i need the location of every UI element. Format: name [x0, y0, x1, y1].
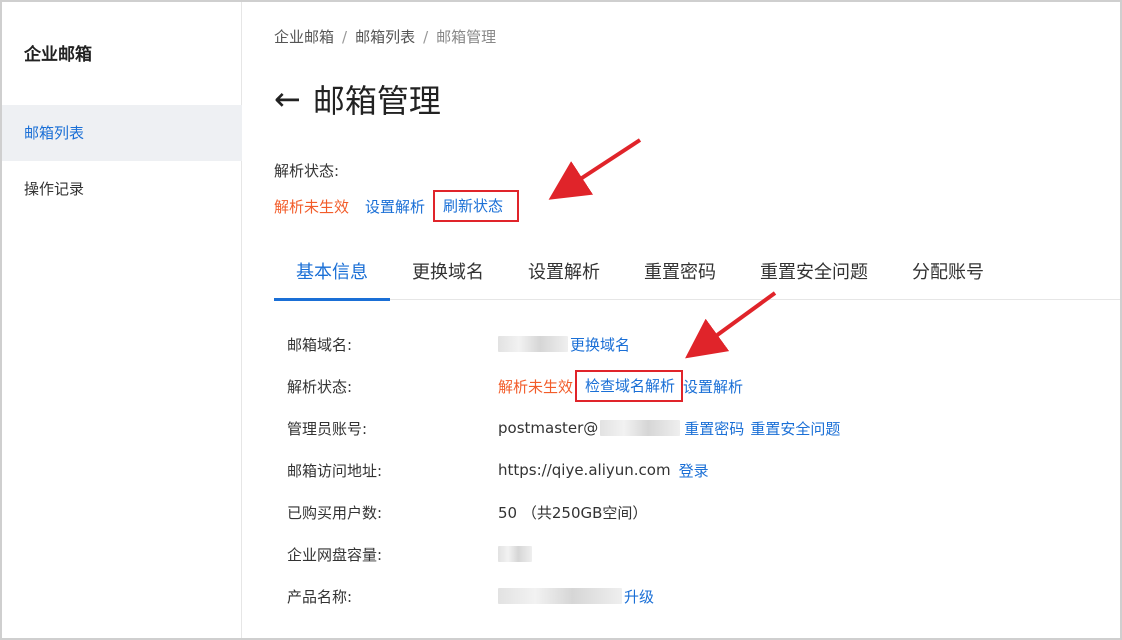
tab-bar: 基本信息 更换域名 设置解析 重置密码 重置安全问题 分配账号: [274, 252, 1120, 301]
check-domain-resolve-link[interactable]: 检查域名解析: [585, 377, 675, 395]
admin-account-value: postmaster@: [498, 419, 599, 437]
tab-basic-info[interactable]: 基本信息: [274, 252, 390, 301]
info-label-disk: 企业网盘容量:: [287, 545, 383, 564]
page-title-text: 邮箱管理: [312, 82, 441, 120]
set-resolve-link[interactable]: 设置解析: [365, 196, 425, 217]
sidebar-item-operation-log[interactable]: 操作记录: [2, 161, 242, 217]
refresh-status-highlight: 刷新状态: [433, 190, 520, 222]
info-label-users: 已购买用户数:: [287, 503, 383, 522]
info-label-access: 邮箱访问地址:: [287, 461, 383, 480]
info-resolve-status: 解析未生效: [498, 377, 574, 396]
resolve-status-label: 解析状态:: [274, 162, 340, 180]
change-domain-link[interactable]: 更换域名: [570, 334, 630, 355]
back-arrow-icon[interactable]: ←: [274, 80, 301, 118]
purchased-users-value: 50 （共250GB空间）: [498, 503, 648, 522]
reset-security-question-link[interactable]: 重置安全问题: [750, 418, 840, 439]
redacted-admin-domain: [600, 420, 681, 436]
redacted-domain: [498, 336, 568, 352]
breadcrumb: 企业邮箱 / 邮箱列表 / 邮箱管理: [274, 26, 496, 47]
resolve-status-value: 解析未生效: [274, 197, 350, 216]
refresh-status-link[interactable]: 刷新状态: [443, 197, 503, 215]
resolve-status-row: 解析未生效 设置解析 刷新状态: [274, 190, 520, 222]
access-url-value: https://qiye.aliyun.com: [498, 461, 671, 479]
sidebar-item-mailbox-list[interactable]: 邮箱列表: [2, 105, 242, 161]
breadcrumb-separator: /: [342, 28, 348, 46]
redacted-disk-capacity: [498, 546, 532, 562]
breadcrumb-item-enterprise-mail[interactable]: 企业邮箱: [274, 28, 334, 46]
sidebar: 企业邮箱 邮箱列表 操作记录: [2, 2, 242, 638]
check-domain-highlight: 检查域名解析: [575, 370, 684, 402]
tab-reset-security-question[interactable]: 重置安全问题: [738, 252, 890, 300]
breadcrumb-item-current: 邮箱管理: [436, 28, 497, 46]
info-label-product: 产品名称:: [287, 587, 353, 606]
upgrade-link[interactable]: 升级: [624, 586, 654, 607]
tab-set-resolve[interactable]: 设置解析: [506, 252, 622, 300]
breadcrumb-item-mailbox-list[interactable]: 邮箱列表: [355, 28, 415, 46]
reset-password-link[interactable]: 重置密码: [684, 418, 744, 439]
login-link[interactable]: 登录: [679, 460, 709, 481]
tab-change-domain[interactable]: 更换域名: [390, 252, 506, 300]
main-content: 企业邮箱 / 邮箱列表 / 邮箱管理 ← 邮箱管理 解析状态: 解析未生效 设置解析 刷…: [243, 2, 1120, 638]
page-title: ← 邮箱管理: [274, 76, 441, 122]
breadcrumb-separator: /: [423, 28, 429, 46]
tab-reset-password[interactable]: 重置密码: [622, 252, 738, 300]
sidebar-title: 企业邮箱: [24, 45, 92, 65]
info-label-domain: 邮箱域名:: [287, 335, 353, 354]
info-label-resolve: 解析状态:: [287, 377, 353, 396]
redacted-product-name: [498, 588, 622, 604]
info-set-resolve-link[interactable]: 设置解析: [683, 376, 743, 397]
tab-assign-account[interactable]: 分配账号: [890, 252, 1006, 300]
info-label-admin: 管理员账号:: [287, 419, 368, 438]
